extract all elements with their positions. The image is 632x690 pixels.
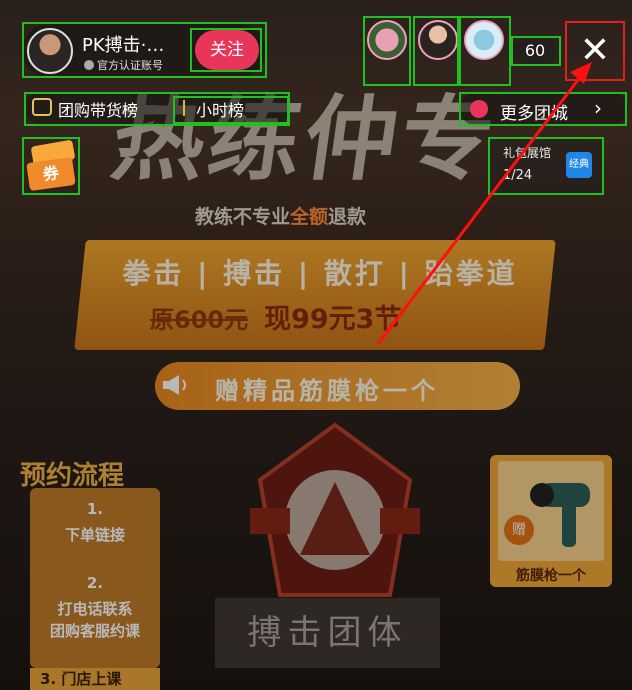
annotation-viewer-3 bbox=[459, 16, 511, 86]
annotation-coupon bbox=[22, 137, 80, 195]
annotation-viewer-count bbox=[511, 36, 561, 66]
annotation-viewer-2 bbox=[413, 16, 459, 86]
annotation-store bbox=[488, 137, 604, 195]
annotation-viewer-1 bbox=[363, 16, 411, 86]
annotation-hour-rank bbox=[173, 96, 289, 124]
annotation-mall bbox=[459, 92, 627, 126]
annotation-follow bbox=[190, 28, 262, 72]
annotation-close-target bbox=[565, 21, 625, 81]
